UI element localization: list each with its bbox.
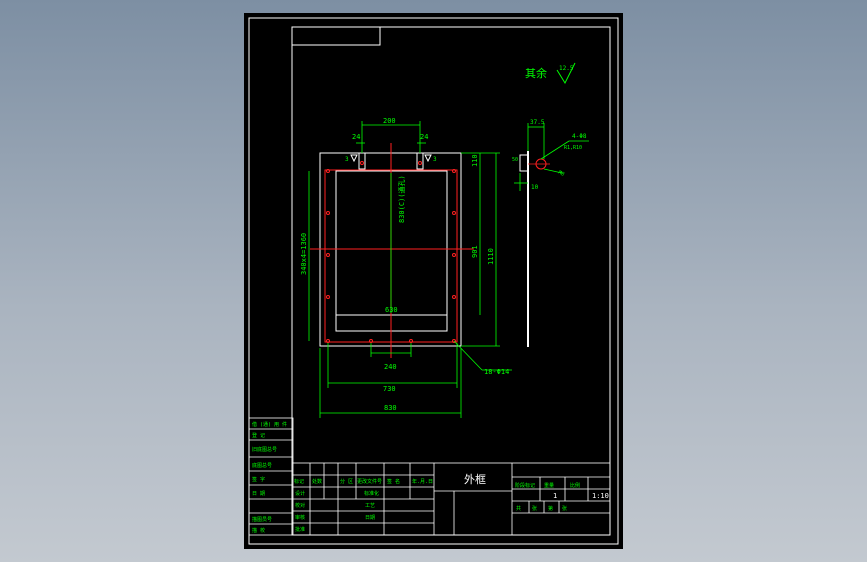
rev-header-2: 分 区 <box>340 478 353 485</box>
right-header-1: 重量 <box>544 482 554 489</box>
strip-label-1: 登 记 <box>252 432 265 439</box>
rev-header-3: 更改文件号 <box>357 478 382 485</box>
right-header-2: 比例 <box>570 482 580 489</box>
weld-symbol-left-icon <box>350 154 358 163</box>
side-view: 37.5 4-Φ8 R1,R10 50 M8 10 <box>512 119 589 347</box>
dim-side-width: 37.5 <box>530 119 545 126</box>
dim-left-vertical: 340x4=1360 <box>300 233 308 275</box>
callout-holes: 4-Φ8 <box>572 133 587 140</box>
drawing-sheet: 其余 12.5 3 3 200 24 24 630 240 730 830 18… <box>244 13 623 549</box>
dim-inner-width: 630 <box>385 306 398 314</box>
dim-side-small: 10 <box>531 184 539 191</box>
sheet-label-3: 张 <box>562 505 567 512</box>
dim-top-span: 200 <box>383 117 396 125</box>
inner-frame <box>291 26 611 536</box>
strip-label-7: 描 校 <box>252 527 265 534</box>
strip-label-0: 借 (通) 用 件 <box>252 421 287 428</box>
count-value: 1 <box>553 492 557 500</box>
dim-right-inner: 901 <box>471 245 479 258</box>
strip-label-5: 日 期 <box>252 491 265 497</box>
title-block <box>291 462 611 536</box>
roughness-note: 其余 <box>525 66 547 80</box>
strip-label-3: 底图总号 <box>252 462 272 469</box>
sign-row-0: 设计 <box>295 490 305 497</box>
scale-value: 1:10 <box>592 492 609 500</box>
roughness-value: 12.5 <box>559 65 574 72</box>
rev-header-0: 标记 <box>294 478 304 485</box>
dim-bottom-spacing: 240 <box>384 363 397 371</box>
drawing-title: 外框 <box>464 473 486 486</box>
weld-label-left: 3 <box>345 156 349 163</box>
right-header-0: 阶段标记 <box>515 482 535 489</box>
dim-bottom-outer: 830 <box>384 404 397 412</box>
dim-tab-right: 24 <box>420 133 428 141</box>
sign-mid-2: 日期 <box>365 515 375 521</box>
sheet-label-1: 张 <box>532 505 537 512</box>
strip-label-6: 描图员号 <box>252 516 272 523</box>
dim-side-c: 50 <box>512 157 518 163</box>
dim-right-top: 110 <box>471 154 479 167</box>
sign-row-3: 批准 <box>295 526 305 533</box>
sign-row-1: 校对 <box>295 502 305 509</box>
sign-row-2: 审核 <box>295 514 305 521</box>
dim-tab-left: 24 <box>352 133 360 141</box>
strip-label-2: 旧底图总号 <box>252 446 277 453</box>
drawing-number-box <box>291 26 381 46</box>
sheet-label-0: 共 <box>516 505 521 512</box>
rev-header-5: 年.月.日 <box>412 478 433 485</box>
strip-label-4: 签 字 <box>252 476 265 483</box>
callout-edge-holes: 18-Φ14 <box>484 368 509 376</box>
dim-bottom-inner: 730 <box>383 385 396 393</box>
sign-mid-0: 标准化 <box>364 490 379 497</box>
sign-mid-1: 工艺 <box>365 503 375 509</box>
dim-side-bolt: M8 <box>557 170 565 178</box>
weld-label-right: 3 <box>433 156 437 163</box>
outer-frame <box>248 17 619 545</box>
front-view: 3 3 200 24 24 630 240 730 830 18-Φ14 340… <box>300 117 512 418</box>
weld-symbol-right-icon <box>424 154 432 163</box>
rev-header-1: 处数 <box>312 478 322 485</box>
dimension-lines <box>308 121 512 418</box>
dim-side-radius: R1,R10 <box>564 145 582 151</box>
rev-header-4: 签 名 <box>387 478 400 485</box>
dim-center-vertical: 830(C)(通孔) <box>397 175 406 223</box>
sheet-label-2: 第 <box>548 505 553 512</box>
dim-right-outer: 1110 <box>487 248 495 265</box>
